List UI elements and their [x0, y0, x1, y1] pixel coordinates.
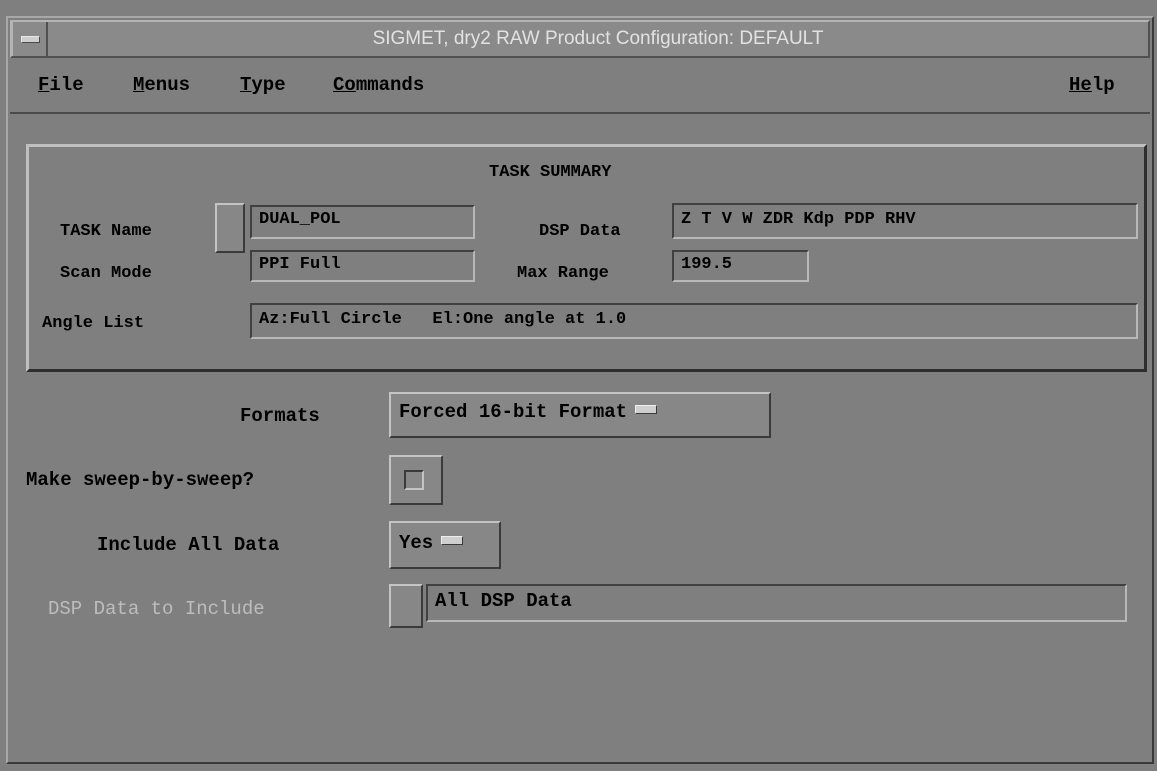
option-menu-indicator-icon: [635, 405, 658, 415]
menu-help-mnemonic: He: [1069, 74, 1092, 96]
window-menu-icon: [21, 36, 40, 43]
formats-value: Forced 16-bit Format: [399, 401, 628, 423]
menu-type[interactable]: Type: [240, 74, 286, 96]
checkbox-indicator-icon: [404, 470, 424, 490]
task-name-select-button[interactable]: [215, 203, 245, 253]
formats-label: Formats: [240, 405, 320, 427]
menu-type-mnemonic: T: [240, 74, 252, 96]
formats-option-menu[interactable]: Forced 16-bit Format: [389, 392, 771, 438]
menu-commands[interactable]: Commands: [333, 74, 424, 96]
menu-menus-label: enus: [144, 74, 191, 96]
dsp-data-include-select-button[interactable]: [389, 584, 423, 628]
menu-type-label: ype: [251, 74, 286, 96]
menu-commands-mnemonic: Co: [333, 74, 356, 96]
raw-product-config-window: SIGMET, dry2 RAW Product Configuration: …: [6, 16, 1154, 764]
menu-file-label: ile: [49, 74, 84, 96]
include-all-data-value: Yes: [399, 532, 434, 554]
dsp-data-field: Z T V W ZDR Kdp PDP RHV: [672, 203, 1138, 239]
task-name-field[interactable]: DUAL_POL: [250, 205, 475, 239]
window-menu-button[interactable]: [12, 22, 48, 56]
dsp-data-label: DSP Data: [539, 222, 621, 241]
sweep-by-sweep-label: Make sweep-by-sweep?: [26, 469, 255, 491]
dsp-data-include-field: All DSP Data: [426, 584, 1127, 622]
angle-list-label: Angle List: [42, 314, 145, 333]
scan-mode-label: Scan Mode: [60, 264, 152, 283]
angle-list-field: Az:Full Circle El:One angle at 1.0: [250, 303, 1138, 339]
title-bar[interactable]: SIGMET, dry2 RAW Product Configuration: …: [10, 20, 1150, 58]
scan-mode-field: PPI Full: [250, 250, 475, 282]
menu-help-label: lp: [1091, 74, 1115, 96]
include-all-data-option-menu[interactable]: Yes: [389, 521, 501, 569]
menu-menus-mnemonic: M: [133, 74, 145, 96]
menu-commands-label: mmands: [355, 74, 425, 96]
sweep-by-sweep-toggle[interactable]: [389, 455, 443, 505]
menu-help[interactable]: Help: [1069, 74, 1115, 96]
task-summary-frame: TASK SUMMARY TASK Name DUAL_POL Scan Mod…: [26, 144, 1147, 372]
menu-file[interactable]: File: [38, 74, 84, 96]
option-menu-indicator-icon: [441, 536, 464, 546]
task-name-label: TASK Name: [60, 222, 152, 241]
max-range-field: 199.5: [672, 250, 809, 282]
dsp-data-to-include-label: DSP Data to Include: [48, 598, 265, 620]
include-all-data-label: Include All Data: [97, 534, 280, 556]
menu-bar: File Menus Type Commands Help: [10, 60, 1150, 114]
menu-menus[interactable]: Menus: [133, 74, 190, 96]
task-summary-title: TASK SUMMARY: [489, 163, 612, 182]
menu-file-mnemonic: F: [38, 74, 50, 96]
window-title: SIGMET, dry2 RAW Product Configuration: …: [372, 28, 824, 49]
max-range-label: Max Range: [517, 264, 609, 283]
